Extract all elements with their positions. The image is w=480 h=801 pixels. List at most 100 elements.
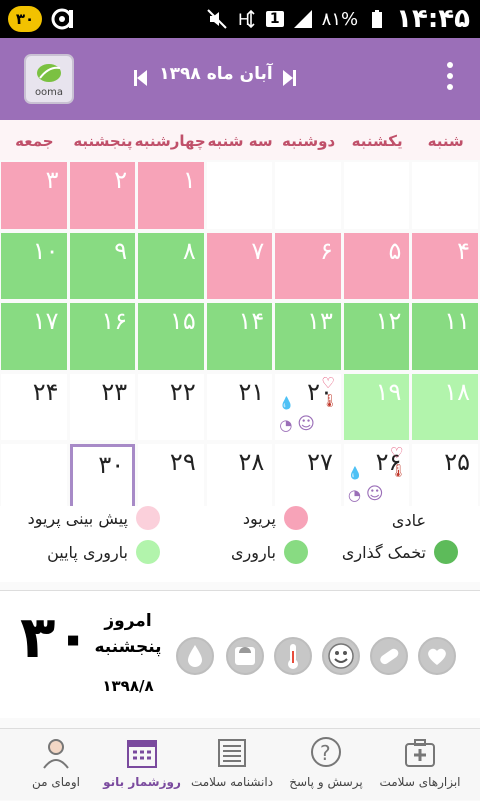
day-number: ۲۱ <box>238 377 265 406</box>
legend-period-forecast: پیش بینی پریود <box>28 506 160 530</box>
calendar-day-cell[interactable]: ۸ <box>138 232 204 299</box>
calendar-day-cell[interactable]: ۱ <box>138 162 204 229</box>
profile-icon <box>43 739 69 769</box>
calendar-day-cell[interactable]: ۲۴ <box>1 373 67 440</box>
data-arrows-icon: H <box>238 9 255 29</box>
legend-ovulation-swatch <box>434 540 458 564</box>
legend-fertile: باروری <box>231 540 308 564</box>
smiley-icon <box>328 643 354 669</box>
calendar-day-cell[interactable]: ۲۱ <box>206 373 273 440</box>
overflow-menu-button[interactable] <box>444 62 456 98</box>
scale-icon: ◔ <box>347 486 361 504</box>
calendar-day-cell[interactable]: ۳ <box>1 162 67 229</box>
day-number: ۱۲ <box>375 307 402 335</box>
water-drop-button[interactable] <box>176 637 214 675</box>
heart-button[interactable] <box>418 637 456 675</box>
nav-label: اومای من <box>32 775 80 789</box>
bottom-navigation: ابزارهای سلامت ? پرسش و پاسخ دانشنامه سل… <box>0 728 480 800</box>
calendar-icon <box>127 740 157 768</box>
calendar-day-cell[interactable]: ۲۰ ♡ 🌡 💧 ◔ ☺ <box>275 373 341 440</box>
calendar-day-cell[interactable]: ۱۱ <box>412 303 478 370</box>
mood-button[interactable] <box>322 637 360 675</box>
next-month-button[interactable] <box>282 70 296 86</box>
svg-text:?: ? <box>320 741 331 765</box>
day-number: ۱ <box>182 166 196 194</box>
app-header: ooma آبان ماه ۱۳۹۸ <box>0 38 480 120</box>
notification-badge: ۳۰ <box>8 6 42 32</box>
calendar-day-cell[interactable]: ۲۳ <box>69 373 136 440</box>
nav-label: دانشنامه سلامت <box>190 775 274 789</box>
calendar-day-cell[interactable]: ۱۰ <box>1 232 67 299</box>
calendar-empty-cell <box>206 162 273 229</box>
nav-calendar[interactable]: روزشمار بانو <box>96 729 188 801</box>
day-number: ۱۸ <box>444 377 470 406</box>
heart-icon: ♡ <box>321 373 335 392</box>
calendar-day-cell[interactable]: ۲ <box>69 162 136 229</box>
legend-fertile-swatch <box>284 540 308 564</box>
today-weekday: پنجشنبه <box>94 637 162 657</box>
thermometer-icon <box>288 644 298 669</box>
today-date: ۱۳۹۸/۸ <box>102 677 154 695</box>
scale-icon: ◔ <box>279 415 293 434</box>
day-number: ۲۵ <box>444 448 470 476</box>
day-number: ۱۵ <box>169 307 196 335</box>
calendar-day-cell[interactable]: ۲۲ <box>138 373 204 440</box>
calendar-day-cell[interactable]: ۷ <box>206 232 273 299</box>
weekday-header: شنبه یکشنبه دوشنبه سه شنبه چهارشنبه پنجش… <box>0 120 480 160</box>
nav-questions[interactable]: ? پرسش و پاسخ <box>280 729 372 801</box>
calendar-empty-cell <box>1 444 67 511</box>
legend-period-label: پریود <box>242 508 276 528</box>
scale-button[interactable] <box>226 637 264 675</box>
day-number: ۱۹ <box>375 377 402 406</box>
legend-normal-swatch <box>434 508 458 532</box>
heart-icon: ♡ <box>389 444 404 462</box>
thermometer-icon: 🌡 <box>321 393 338 409</box>
day-number: ۸ <box>182 236 196 265</box>
calendar-day-cell[interactable]: ۳۰ <box>69 444 136 511</box>
nav-encyclopedia[interactable]: دانشنامه سلامت <box>186 729 278 801</box>
calendar-day-cell[interactable]: ۲۷ <box>275 444 341 511</box>
app-logo[interactable]: ooma <box>24 54 74 104</box>
app-notification-icon <box>51 8 73 30</box>
weekday-saturday: شنبه <box>427 132 464 150</box>
day-number: ۴ <box>457 236 470 265</box>
calendar-day-cell[interactable]: ۱۹ <box>343 373 410 440</box>
thermometer-icon: 🌡 <box>389 464 407 479</box>
pill-button[interactable] <box>370 637 408 675</box>
day-number: ۱۳ <box>307 307 333 335</box>
month-title: آبان ماه ۱۳۹۸ <box>159 64 273 84</box>
calendar-day-cell[interactable]: ۲۸ <box>206 444 273 511</box>
calendar-day-cell[interactable]: ۶ <box>275 232 341 299</box>
calendar-day-cell[interactable]: ۱۷ <box>1 303 67 370</box>
scale-icon <box>235 647 255 665</box>
calendar-day-cell[interactable]: ۱۸ <box>412 373 478 440</box>
previous-month-button[interactable] <box>134 70 148 86</box>
nav-health-tools[interactable]: ابزارهای سلامت <box>374 729 466 801</box>
calendar-day-cell[interactable]: ۱۴ <box>206 303 273 370</box>
legend: عادی پریود پیش بینی پریود تخمک گذاری بار… <box>0 506 480 582</box>
calendar-empty-cell <box>412 162 478 229</box>
calendar-day-cell[interactable]: ۱۲ <box>343 303 410 370</box>
day-number: ۱۶ <box>101 307 128 335</box>
nav-my-ooma[interactable]: اومای من <box>10 729 102 801</box>
calendar-day-cell[interactable]: ۲۵ <box>412 444 478 511</box>
logo-text: ooma <box>34 87 64 98</box>
status-right: H 1 ٨١% ۱۴:۴۵ <box>206 4 470 34</box>
calendar-day-cell[interactable]: ۱۶ <box>69 303 136 370</box>
nav-label: ابزارهای سلامت <box>379 775 461 789</box>
day-number: ۶ <box>319 236 333 265</box>
thermometer-button[interactable] <box>274 637 312 675</box>
calendar-day-cell[interactable]: ۴ <box>412 232 478 299</box>
legend-ovulation-label: تخمک گذاری <box>341 542 426 562</box>
pill-icon <box>380 648 399 665</box>
calendar-day-cell[interactable]: ۲۶ ♡ 🌡 💧 ◔ ☺ <box>343 444 410 511</box>
calendar-day-cell[interactable]: ۹ <box>69 232 136 299</box>
calendar-day-cell[interactable]: ۱۵ <box>138 303 204 370</box>
calendar-day-cell[interactable]: ۵ <box>343 232 410 299</box>
calendar-day-cell[interactable]: ۲۹ <box>138 444 204 511</box>
day-number: ۲۸ <box>238 448 265 476</box>
first-aid-icon <box>405 739 435 767</box>
legend-fertile-label: باروری <box>230 542 276 562</box>
sim-indicator: 1 <box>265 11 284 27</box>
calendar-day-cell[interactable]: ۱۳ <box>275 303 341 370</box>
